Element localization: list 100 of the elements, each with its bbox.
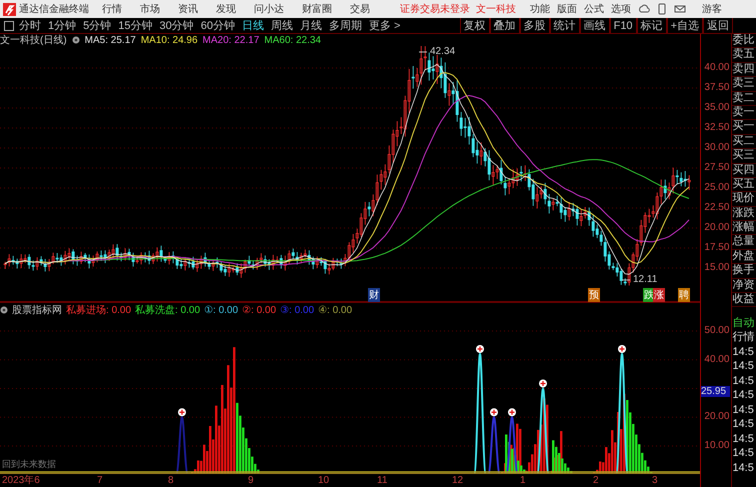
tick-time: 14:5 <box>732 460 755 476</box>
spike-line <box>175 416 189 473</box>
tool-button[interactable]: +自选 <box>666 18 703 33</box>
period-tab[interactable]: 月线 <box>300 18 322 33</box>
quote-label: 买五 <box>732 178 756 192</box>
price-tick: 40.00 <box>704 62 730 73</box>
period-tab[interactable]: 30分钟 <box>160 18 194 33</box>
period-tab[interactable]: 15分钟 <box>118 18 152 33</box>
app-name: 通达信金融终端 <box>19 2 89 16</box>
date-label: 1 <box>520 475 526 487</box>
menu-item[interactable]: 问小达 <box>254 2 284 16</box>
panel-toggle-icon[interactable] <box>4 20 14 30</box>
login-status[interactable]: 证券交易未登录 <box>400 2 470 16</box>
low-price-label: 12.11 <box>633 274 658 285</box>
tool-button[interactable]: 叠加 <box>490 18 520 33</box>
message-icon[interactable] <box>674 3 686 15</box>
auto-label[interactable]: 自动 <box>732 315 756 330</box>
menu-item[interactable]: 行情 <box>102 2 122 16</box>
period-tab[interactable]: 更多 > <box>369 18 400 33</box>
price-tick: 20.00 <box>704 222 730 233</box>
quote-label: 净资 <box>732 278 756 294</box>
menu-item[interactable]: 发现 <box>216 2 236 16</box>
quote-label: 卖一 <box>732 106 756 120</box>
menu-item[interactable]: 选项 <box>611 2 631 16</box>
menu-item[interactable]: 交易 <box>350 2 370 16</box>
tool-button[interactable]: 返回 <box>703 18 733 33</box>
quote-label: 委比 <box>732 34 756 48</box>
plus-marker-icon <box>490 408 498 416</box>
quote-label: 换手 <box>732 264 756 279</box>
indicator-value: ③: 0.00 <box>280 304 314 316</box>
ma-value: MA5: 25.17 <box>84 34 136 46</box>
indicator-value: ④: 0.00 <box>318 304 352 316</box>
tick-time: 14:5 <box>732 446 755 461</box>
date-label: 3 <box>652 475 658 487</box>
indicator-tick: 10.00 <box>704 440 730 451</box>
period-tab[interactable]: 多周期 <box>329 18 362 33</box>
quote-label: 卖四 <box>732 62 756 78</box>
event-marker[interactable]: 财 <box>368 288 380 302</box>
date-label: 12 <box>452 475 464 487</box>
date-label: 8 <box>168 475 174 487</box>
period-tab[interactable]: 1分钟 <box>48 18 76 33</box>
tool-button[interactable]: 统计 <box>550 18 580 33</box>
quote-label: 卖五 <box>732 48 756 63</box>
ma-value: MA10: 24.96 <box>140 34 198 46</box>
period-tab[interactable]: 60分钟 <box>200 18 235 33</box>
settings-icon[interactable] <box>0 306 8 314</box>
period-tab[interactable]: 日线 <box>242 18 264 33</box>
tick-time: 14:5 <box>732 402 755 418</box>
menu-item[interactable]: 资讯 <box>178 2 198 16</box>
menu-item[interactable]: 功能 <box>530 2 550 16</box>
menu-item[interactable]: 版面 <box>557 2 577 16</box>
date-label: 10 <box>318 475 330 487</box>
tick-time: 14:5 <box>732 359 755 374</box>
cloud-icon[interactable] <box>638 3 650 15</box>
quote-label: 卖三 <box>732 77 756 92</box>
indicator-tick: 20.00 <box>704 411 730 422</box>
indicator-value: ②: 0.00 <box>242 304 276 316</box>
quote-label: 总量 <box>732 235 756 250</box>
plus-marker-icon <box>539 380 547 388</box>
period-tab[interactable]: 周线 <box>271 18 293 33</box>
price-tick: 37.50 <box>704 82 730 93</box>
ma-value: MA20: 22.17 <box>202 34 260 46</box>
quote-label: 外盘 <box>732 250 756 264</box>
quote-label: 涨幅 <box>732 221 756 236</box>
tool-button[interactable]: 多股 <box>520 18 550 33</box>
price-tick: 25.00 <box>704 182 730 193</box>
future-data-label[interactable]: 回到未来数据 <box>2 458 56 471</box>
price-tick: 32.50 <box>704 122 730 133</box>
event-marker[interactable]: 涨 <box>653 288 665 302</box>
event-marker[interactable]: 预 <box>588 288 600 302</box>
tool-button[interactable]: 画线 <box>580 18 610 33</box>
plus-marker-icon <box>508 408 516 416</box>
quote-label: 买一 <box>732 120 756 135</box>
current-value-label: 25.95 <box>701 386 730 397</box>
chart-title: 文一科技(日线) <box>0 34 67 47</box>
quote-label: 买三 <box>732 149 756 164</box>
quote-label: 收益 <box>732 293 756 308</box>
indicator-value: 私募洗盘: 0.00 <box>135 304 200 317</box>
plus-marker-icon <box>618 345 626 353</box>
stock-name: 文一科技 <box>476 2 516 16</box>
menu-item[interactable]: 公式 <box>584 2 604 16</box>
period-tab[interactable]: 分时 <box>19 18 41 33</box>
indicator-tick: 50.00 <box>704 325 730 336</box>
event-marker[interactable]: 聘 <box>678 288 690 302</box>
period-tab[interactable]: 5分钟 <box>83 18 112 33</box>
tick-title: 行情 <box>732 330 756 345</box>
indicator-value: ①: 0.00 <box>204 304 238 316</box>
price-tick: 35.00 <box>704 102 730 113</box>
menu-item[interactable]: 财富圈 <box>302 2 332 16</box>
tool-button[interactable]: 复权 <box>460 18 490 33</box>
settings-icon[interactable] <box>72 36 80 44</box>
quote-label: 买四 <box>732 164 756 178</box>
phone-icon[interactable] <box>656 3 668 15</box>
tool-button[interactable]: 标记 <box>636 18 667 33</box>
price-tick: 17.50 <box>704 242 730 253</box>
user-label[interactable]: 游客 <box>702 2 722 16</box>
ma-value: MA60: 22.34 <box>264 34 321 46</box>
tool-button[interactable]: F10 <box>610 18 637 33</box>
date-label: 2 <box>593 475 599 487</box>
menu-item[interactable]: 市场 <box>140 2 160 16</box>
